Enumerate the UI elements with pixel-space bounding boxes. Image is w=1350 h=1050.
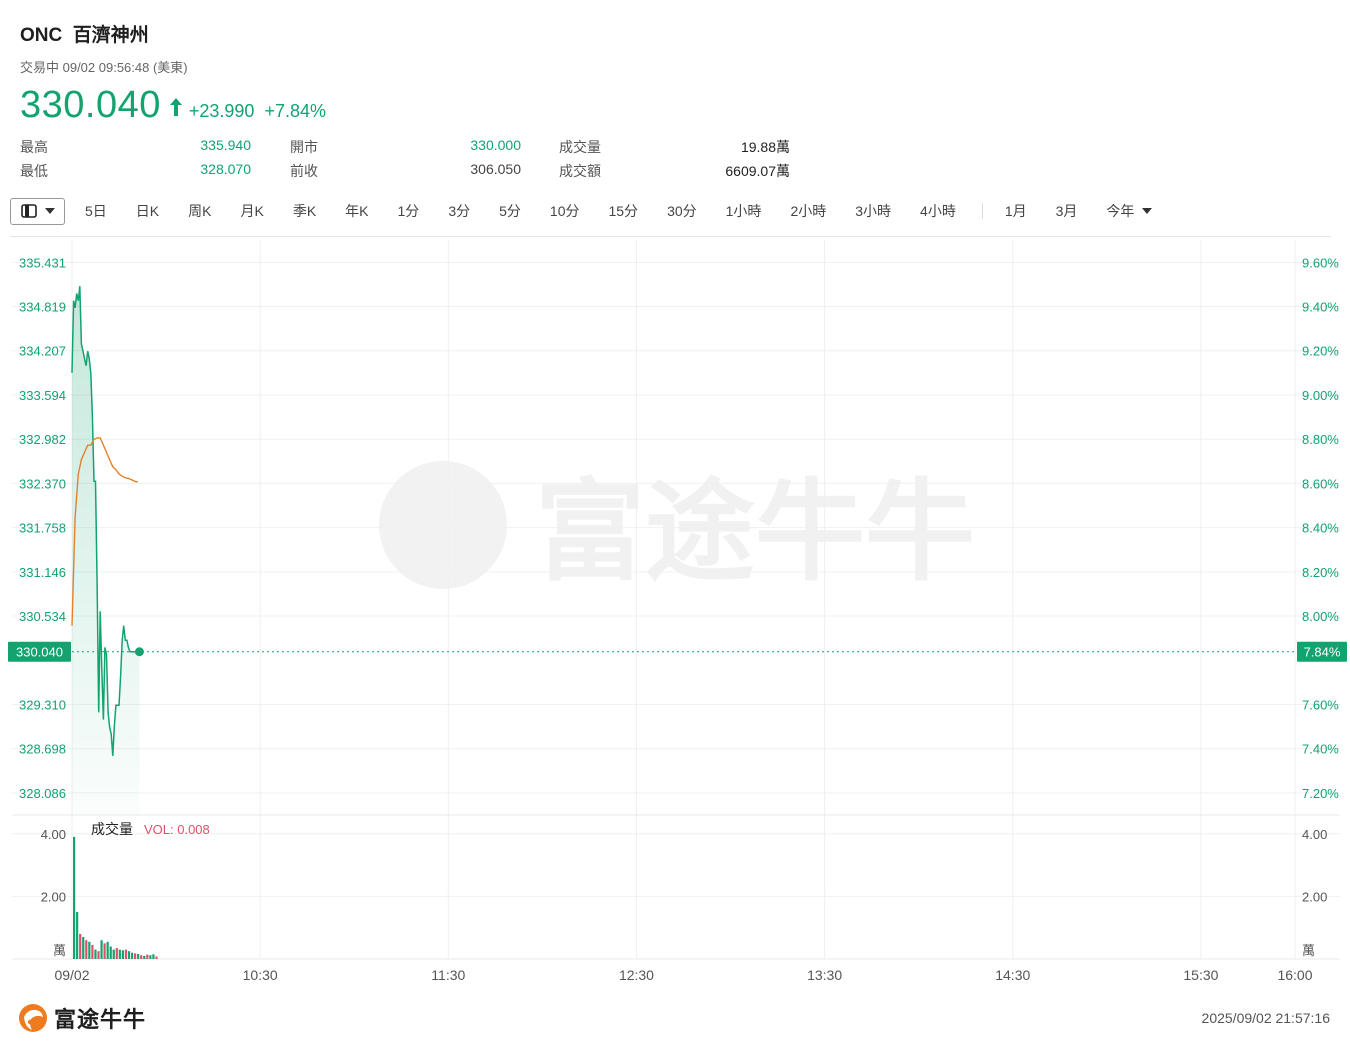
volume-title: 成交量 [91,821,133,837]
x-axis-label: 13:30 [807,967,842,983]
volume-bar [143,955,146,959]
volume-bar [118,949,121,959]
volume-bar [94,949,97,959]
price-area [72,286,140,815]
price-axis-label: 330.534 [19,609,66,624]
price-axis-label: 334.207 [19,344,66,359]
volume-bar [106,941,109,959]
footer-timestamp: 2025/09/02 21:57:16 [1201,1010,1330,1026]
volume-bar [149,955,152,959]
volume-bar [97,951,100,959]
price-axis-label: 329.310 [19,697,66,712]
volume-bar [79,933,82,959]
volume-bar [140,955,143,959]
x-axis-label: 09/02 [54,967,89,983]
volume-bar [130,952,134,959]
volume-bar [109,946,112,959]
volume-bar [82,937,85,959]
pct-axis-label: 9.40% [1302,300,1339,315]
pct-axis-label: 7.60% [1302,697,1339,712]
volume-bar [134,953,137,959]
vol-axis-label-left: 2.00 [41,889,66,904]
volume-bar [152,954,155,959]
volume-bar [85,940,88,959]
watermark-logo [379,461,507,589]
price-axis-label: 328.698 [19,742,66,757]
price-axis-label: 333.594 [19,388,66,403]
pct-axis-label: 8.80% [1302,432,1339,447]
pct-axis-label: 8.20% [1302,565,1339,580]
vol-axis-label-right: 2.00 [1302,889,1327,904]
pct-axis-label: 9.00% [1302,388,1339,403]
vol-unit-right: 萬 [1302,943,1315,958]
futu-logo-icon [19,1004,47,1032]
price-axis-label: 335.431 [19,255,66,270]
volume-bar [115,948,118,959]
watermark-text: 富途牛牛 [535,471,975,594]
volume-bar [88,941,91,959]
x-axis-label: 11:30 [431,967,465,983]
volume-bar [155,956,158,959]
x-axis-label: 12:30 [619,967,654,983]
vol-axis-label-left: 4.00 [41,827,66,842]
volume-indicator: VOL: 0.008 [144,822,210,837]
x-axis-label: 16:00 [1277,967,1312,983]
volume-bar [73,836,76,959]
volume-bar [112,949,115,959]
volume-bar [91,944,94,959]
price-axis-label: 332.370 [19,476,66,491]
pct-axis-label: 8.00% [1302,609,1339,624]
x-axis-label: 14:30 [995,967,1030,983]
price-axis-label: 334.819 [19,300,66,315]
volume-bar [127,951,131,959]
pct-axis-label: 7.40% [1302,742,1339,757]
volume-bar [76,912,79,959]
price-axis-label: 331.146 [19,565,66,580]
volume-bar [124,949,128,959]
vol-axis-label-right: 4.00 [1302,827,1327,842]
volume-bar [100,940,103,959]
current-price-label: 330.040 [16,645,63,660]
intraday-chart: 富途牛牛 335.431 334.819 334.207 333.594 332.982 3… [8,240,1347,983]
pct-axis-label: 9.60% [1302,255,1339,270]
brand-logo: 富途牛牛 [18,1002,146,1034]
vol-unit-left: 萬 [53,943,66,958]
pct-axis-label: 8.40% [1302,521,1339,536]
brand-name: 富途牛牛 [54,1007,147,1032]
pct-axis-label: 7.20% [1302,786,1339,801]
volume-bar [137,953,140,959]
price-axis-label: 331.758 [19,521,66,536]
price-axis-label: 328.086 [19,786,66,801]
price-axis-label: 332.982 [19,432,66,447]
current-price-dot [134,647,144,657]
volume-bar [121,950,124,959]
volume-bar [103,943,106,959]
x-axis-label: 15:30 [1183,967,1218,983]
x-axis-label: 10:30 [243,967,278,983]
pct-axis-label: 8.60% [1302,476,1339,491]
current-pct-label: 7.84% [1304,645,1341,660]
pct-axis-label: 9.20% [1302,344,1339,359]
volume-bar [146,954,149,959]
